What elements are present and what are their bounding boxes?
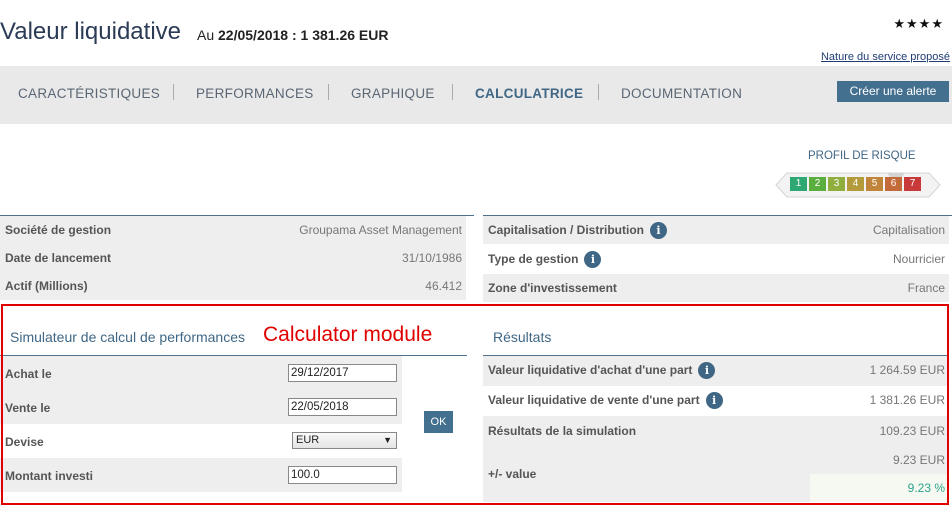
info-label-text: Type de gestion: [488, 252, 579, 266]
info-label-text: Capitalisation / Distribution: [488, 223, 645, 237]
amount-input[interactable]: 100.0: [288, 466, 397, 484]
result-percent: 9.23 %: [907, 481, 945, 495]
result-value: 9.23 EUR: [892, 453, 945, 467]
calculator-annotation: Calculator module: [263, 323, 433, 346]
tab-calculatrice[interactable]: CALCULATRICE: [475, 86, 583, 101]
info-label: Type de gestion i: [488, 245, 602, 273]
info-icon[interactable]: i: [650, 222, 668, 240]
sale-date-input[interactable]: 22/05/2018: [288, 398, 397, 416]
result-label: +/- value: [488, 467, 537, 481]
results-title: Résultats: [493, 329, 552, 345]
currency-select-value: EUR: [296, 434, 320, 446]
result-value: 1 381.26 EUR: [869, 393, 945, 407]
info-value: 31/10/1986: [401, 251, 462, 265]
sim-label: Achat le: [5, 367, 52, 381]
result-label: Valeur liquidative d'achat d'une part i: [488, 356, 716, 384]
tab-performances[interactable]: PERFORMANCES: [196, 86, 314, 101]
info-row-investment-zone: Zone d'investissement France: [483, 274, 949, 302]
risk-level-7: 7: [904, 177, 921, 191]
result-value: 109.23 EUR: [879, 424, 945, 438]
sim-label: Vente le: [5, 401, 51, 415]
result-label-text: Valeur liquidative d'achat d'une part: [488, 363, 693, 377]
currency-select[interactable]: EUR ▼: [292, 432, 397, 449]
date-prefix: Au: [197, 27, 215, 43]
result-row-purchase-nav: Valeur liquidative d'achat d'une part i 1…: [483, 356, 949, 386]
risk-scale: 1234567: [775, 172, 941, 198]
risk-level-2: 2: [809, 177, 826, 191]
risk-profile-title: PROFIL DE RISQUE: [808, 150, 916, 162]
sim-label: Devise: [5, 435, 44, 449]
result-label: Valeur liquidative de vente d'une part i: [488, 386, 723, 414]
sim-row-currency: Devise EUR ▼: [0, 424, 402, 458]
gain-percent-cell: 9.23 %: [810, 474, 949, 502]
info-value: France: [907, 281, 945, 295]
info-icon[interactable]: i: [584, 251, 602, 269]
info-value: 46.412: [425, 279, 462, 293]
result-row-sale-nav: Valeur liquidative de vente d'une part i …: [483, 386, 949, 416]
risk-level-6: 6: [885, 177, 902, 191]
info-label: Date de lancement: [5, 251, 112, 265]
result-label: Résultats de la simulation: [488, 424, 637, 438]
tab-bar: CARACTÉRISTIQUES PERFORMANCES GRAPHIQUE …: [0, 66, 952, 124]
risk-level-4: 4: [847, 177, 864, 191]
risk-level-3: 3: [828, 177, 845, 191]
info-label: Société de gestion: [5, 223, 112, 237]
page-title: Valeur liquidative: [0, 18, 181, 45]
nav-date: Au 22/05/2018 : 1 381.26 EUR: [197, 27, 388, 43]
nav-date-value: 22/05/2018 : 1 381.26 EUR: [218, 27, 389, 43]
sim-label: Montant investi: [5, 469, 94, 483]
info-label: Zone d'investissement: [488, 281, 617, 295]
info-value: Groupama Asset Management: [299, 223, 462, 237]
info-row-management-type: Type de gestion i Nourricier: [483, 245, 949, 273]
rating-stars: ★★★★: [893, 16, 944, 31]
risk-level-5: 5: [866, 177, 883, 191]
info-row-assets: Actif (Millions) 46.412: [0, 272, 466, 300]
tab-divider: [328, 84, 329, 100]
tab-divider: [173, 84, 174, 100]
result-label-text: Valeur liquidative de vente d'une part: [488, 393, 700, 407]
info-row-management-company: Société de gestion Groupama Asset Manage…: [0, 216, 466, 244]
tab-caracteristiques[interactable]: CARACTÉRISTIQUES: [18, 86, 160, 101]
result-value: 1 264.59 EUR: [869, 363, 945, 377]
info-label: Actif (Millions): [5, 279, 88, 293]
risk-level-1: 1: [790, 177, 807, 191]
create-alert-button[interactable]: Créer une alerte: [837, 81, 949, 102]
sim-row-sale-date: Vente le 22/05/2018: [0, 390, 402, 424]
risk-levels: 1234567: [790, 177, 921, 191]
info-row-capitalisation: Capitalisation / Distribution i Capitalis…: [483, 216, 949, 244]
info-row-launch-date: Date de lancement 31/10/1986: [0, 244, 466, 272]
dropdown-arrow-icon: ▼: [383, 435, 392, 445]
info-icon[interactable]: i: [698, 362, 716, 380]
info-value: Nourricier: [892, 252, 945, 266]
ok-button[interactable]: OK: [424, 411, 453, 433]
service-nature-link[interactable]: Nature du service proposé: [821, 51, 950, 63]
sim-row-amount: Montant investi 100.0: [0, 458, 402, 492]
tab-graphique[interactable]: GRAPHIQUE: [351, 86, 435, 101]
simulator-title: Simulateur de calcul de performances: [10, 329, 246, 345]
result-row-gain: +/- value 9.23 EUR 9.23 %: [483, 446, 949, 502]
sim-row-purchase-date: Achat le 29/12/2017: [0, 356, 402, 390]
info-icon[interactable]: i: [705, 392, 723, 410]
result-row-simulation: Résultats de la simulation 109.23 EUR: [483, 416, 949, 446]
tab-documentation[interactable]: DOCUMENTATION: [621, 86, 742, 101]
tab-divider: [452, 84, 453, 100]
tab-divider: [598, 84, 599, 100]
purchase-date-input[interactable]: 29/12/2017: [288, 364, 397, 382]
info-label: Capitalisation / Distribution i: [488, 216, 668, 244]
info-value: Capitalisation: [872, 223, 945, 237]
